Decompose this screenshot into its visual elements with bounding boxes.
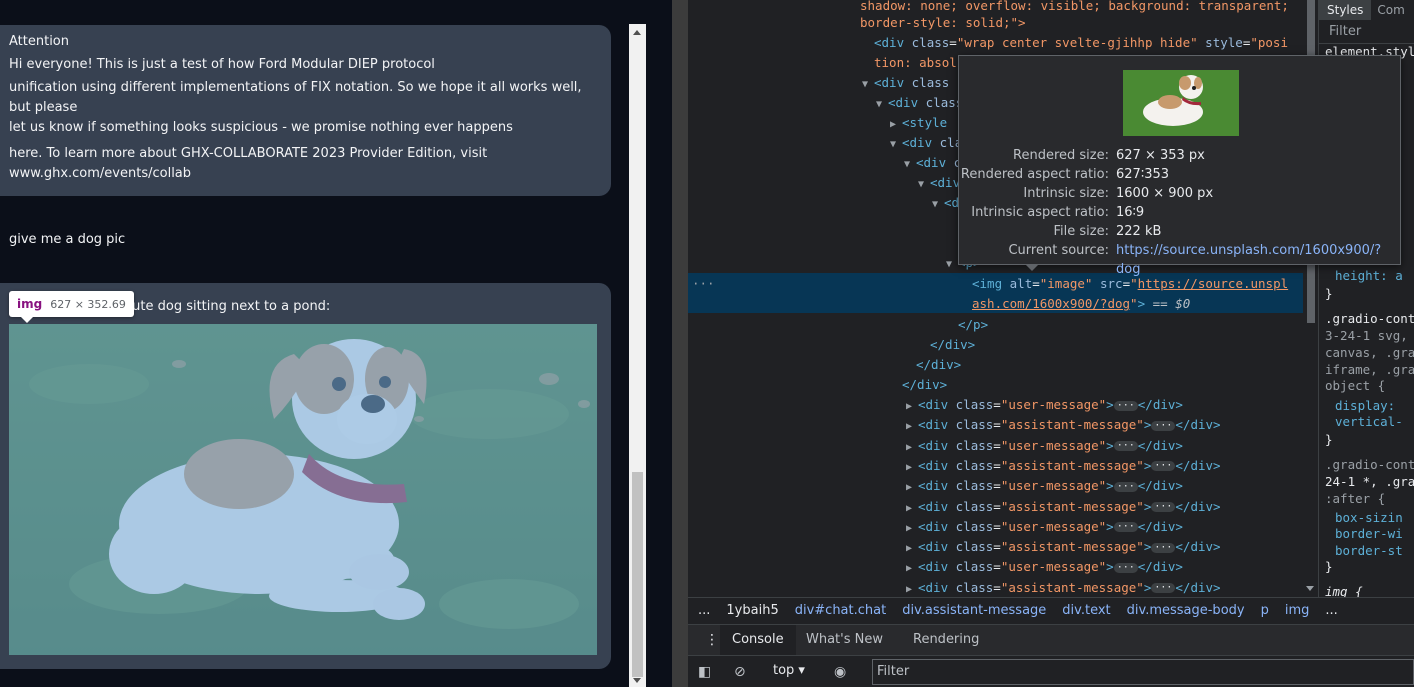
dom-message-row[interactable]: ▶ <div class="assistant-message"> ··· </div… [906,497,1221,517]
tab-whats-new[interactable]: What's New [794,625,895,656]
style-rule-line[interactable]: img { [1325,584,1363,597]
eye-icon[interactable]: ◉ [834,664,846,680]
dom-line[interactable]: ▼ <div cla [890,133,962,153]
style-rule-line[interactable]: :after { [1325,491,1385,507]
breadcrumb-item[interactable]: img [1285,603,1310,618]
clear-console-icon[interactable]: ⊘ [734,664,746,680]
dom-message-row[interactable]: ▶ <div class="user-message"> ··· </div> [906,476,1183,496]
attention-line-4: here. To learn more about GHX-COLLABORAT… [9,146,488,161]
dom-message-row[interactable]: ▶ <div class="user-message"> ··· </div> [906,395,1183,415]
preview-file-size: File size: 222 kB [1053,224,1162,239]
preview-rendered-ratio: Rendered aspect ratio: 627∶353 [960,167,1170,182]
breadcrumb-item[interactable]: div.message-body [1127,603,1245,618]
dom-line[interactable]: tion: absol [874,53,957,73]
user-message: give me a dog pic [9,232,126,247]
style-rule-line[interactable]: } [1325,432,1333,448]
attention-line-2: unification using different implementati… [9,80,582,115]
breadcrumb-item[interactable]: 1ybaih5 [726,603,778,618]
tooltip-tag: img [17,297,43,311]
attention-line-3: let us know if something looks suspiciou… [9,120,513,135]
tab-console[interactable]: Console [720,625,796,656]
dom-line[interactable]: ▼<div c [904,153,961,173]
style-rule-line[interactable]: display: [1335,398,1395,414]
style-rule-line[interactable]: 3-24-1 svg, [1325,328,1408,344]
tab-rendering[interactable]: Rendering [901,625,991,656]
scroll-thumb[interactable] [632,472,643,677]
pane-divider[interactable] [672,0,688,687]
dom-message-row[interactable]: ▶ <div class="assistant-message"> ··· </div… [906,537,1221,557]
dom-message-row[interactable]: ▶ <div class="assistant-message"> ··· </div… [906,415,1221,435]
styles-tabs: Styles Com [1319,0,1414,20]
tab-computed[interactable]: Com [1371,0,1410,20]
style-rule-line[interactable]: canvas, .gra [1325,345,1414,361]
style-rule-line[interactable]: object { [1325,378,1385,394]
chat-pane: Attention Hi everyone! This is just a te… [0,0,672,687]
scroll-down-arrow-icon[interactable] [633,678,641,683]
tooltip-size: 627 × 352.69 [50,297,126,311]
style-rule-line[interactable]: box-sizin [1335,510,1403,526]
console-toolbar: ◧ ⊘ top ▾ ◉ Filter [688,655,1414,687]
style-rule-line[interactable]: border-wi [1335,526,1403,542]
style-rule-line[interactable]: vertical- [1335,414,1403,430]
console-filter-input[interactable]: Filter [872,659,1414,685]
dom-closing-tag[interactable]: </div> [930,335,975,355]
dog-image[interactable] [9,324,597,655]
style-rule-line[interactable]: .gradio-cont [1325,457,1414,473]
style-rule-line[interactable]: } [1325,286,1333,302]
elements-scroll-down-icon[interactable] [1306,586,1314,591]
dom-closing-tag[interactable]: </p> [958,315,988,335]
dom-message-row[interactable]: ▶ <div class="user-message"> ··· </div> [906,557,1183,577]
tab-styles[interactable]: Styles [1319,0,1372,20]
dom-closing-tag[interactable]: </div> [916,355,961,375]
preview-thumbnail [1123,70,1239,136]
dom-message-row[interactable]: ▶ <div class="user-message"> ··· </div> [906,517,1183,537]
dom-line[interactable]: border-style: solid;"> [860,13,1026,33]
preview-source-link[interactable]: https://source.unsplash.com/1600x900/?do… [1116,241,1402,279]
breadcrumb-item[interactable]: div.text [1062,603,1110,618]
attention-line-1: Hi everyone! This is just a test of how … [9,57,435,72]
dom-closing-tag[interactable]: </div> [902,375,947,395]
selected-node-ellipsis[interactable]: ··· [692,274,715,294]
attention-title: Attention [9,34,69,49]
inspect-highlight-overlay [9,324,597,655]
context-selector[interactable]: top ▾ [773,663,805,678]
dom-line[interactable]: <div class="wrap center svelte-gjihhp hi… [874,33,1288,53]
style-rule-line[interactable]: 24-1 *, .gra [1325,474,1414,490]
inspect-element-tooltip: img 627 × 352.69 [9,291,134,323]
dom-message-row[interactable]: ▶ <div class="user-message"> ··· </div> [906,436,1183,456]
dom-line[interactable]: ▼ <d [932,193,959,213]
preview-intrinsic-size: Intrinsic size: 1600 × 900 px [1023,186,1214,201]
dom-line[interactable]: ▼ <div class [876,93,963,113]
breadcrumb-item[interactable]: p [1261,603,1269,618]
style-rule-line[interactable]: } [1325,559,1333,575]
attention-line-5: www.ghx.com/events/collab [9,166,192,181]
preview-current-source: Current source: https://source.unsplash.c… [959,241,1402,277]
assistant-message-attention: Attention Hi everyone! This is just a te… [0,25,611,196]
assistant-message-dog: cute dog sitting next to a pond: [0,283,611,669]
chat-scrollbar[interactable] [629,24,646,687]
assistant-caption: cute dog sitting next to a pond: [125,299,331,314]
selected-img-node-cont[interactable]: ash.com/1600x900/?dog"> == $0 [972,294,1190,314]
kebab-menu-icon[interactable]: ⋮ [705,632,719,648]
breadcrumb-item[interactable]: ... [698,603,710,618]
breadcrumb-item[interactable]: ... [1325,603,1337,618]
dom-message-row[interactable]: ▶ <div class="assistant-message"> ··· </div… [906,456,1221,476]
style-rule-line[interactable]: .gradio-cont [1325,311,1414,327]
scroll-up-arrow-icon[interactable] [633,30,641,35]
image-preview-popup: Rendered size: 627 × 353 px Rendered aspe… [958,55,1402,277]
dom-line[interactable]: ▶ <style [890,113,947,133]
dom-line[interactable]: ▼ <div class [862,73,949,93]
breadcrumb-item[interactable]: div.assistant-message [902,603,1046,618]
styles-filter-input[interactable]: Filter [1319,20,1414,44]
dom-breadcrumb: ... 1ybaih5 div#chat.chat div.assistant-mes… [688,597,1414,624]
sidebar-toggle-icon[interactable]: ◧ [698,664,711,680]
preview-intrinsic-ratio: Intrinsic aspect ratio: 16∶9 [971,205,1145,220]
style-rule-line[interactable]: border-st [1335,543,1403,559]
dom-line[interactable]: ▼ <div [918,173,960,193]
breadcrumb-item[interactable]: div#chat.chat [795,603,886,618]
drawer-tabs: ⋮ Console What's New Rendering [688,624,1414,656]
preview-rendered-size: Rendered size: 627 × 353 px [1013,148,1205,163]
style-rule-line[interactable]: iframe, .gra [1325,362,1414,378]
dom-message-row[interactable]: ▶ <div class="assistant-message"> ··· </div… [906,578,1221,597]
